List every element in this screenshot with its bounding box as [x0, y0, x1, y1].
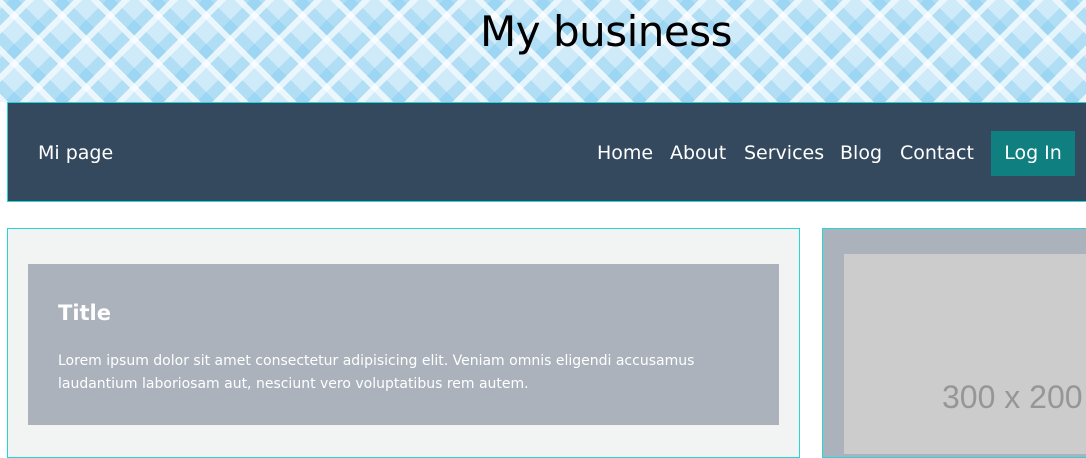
brand-link[interactable]: Mi page	[38, 141, 113, 165]
main-card: Title Lorem ipsum dolor sit amet consect…	[7, 228, 800, 458]
content-box: Title Lorem ipsum dolor sit amet consect…	[28, 264, 779, 425]
header-banner: My business	[0, 0, 1086, 102]
placeholder-image-label: 300 x 200	[942, 379, 1083, 415]
placeholder-image: 300 x 200	[844, 254, 1086, 454]
navbar: Mi page Home About Services Blog Contact…	[7, 102, 1086, 202]
sidebar-card: 300 x 200	[822, 228, 1086, 458]
nav-link-services[interactable]: Services	[744, 141, 824, 165]
login-button[interactable]: Log In	[991, 131, 1075, 176]
content-text: Lorem ipsum dolor sit amet consectetur a…	[58, 353, 695, 392]
nav-link-home[interactable]: Home	[597, 141, 653, 165]
site-title: My business	[480, 7, 733, 56]
nav-link-blog[interactable]: Blog	[840, 141, 882, 165]
content-title: Title	[58, 301, 112, 325]
nav-link-contact[interactable]: Contact	[900, 141, 974, 165]
nav-link-about[interactable]: About	[670, 141, 726, 165]
